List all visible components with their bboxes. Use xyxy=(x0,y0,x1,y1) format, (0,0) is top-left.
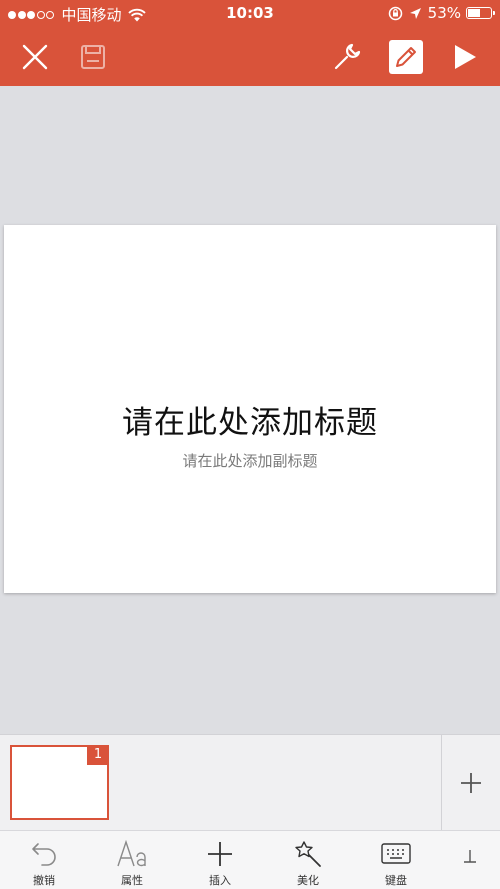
beautify-label: 美化 xyxy=(297,874,319,887)
wrench-icon xyxy=(334,43,361,70)
beautify-button[interactable]: 美化 xyxy=(264,831,352,889)
location-arrow-icon xyxy=(409,7,421,19)
properties-label: 属性 xyxy=(121,874,143,887)
plus-icon xyxy=(208,842,232,866)
slide-canvas[interactable]: 请在此处添加标题 请在此处添加副标题 xyxy=(0,86,500,734)
slide-number-badge: 1 xyxy=(87,745,109,765)
rotation-lock-icon xyxy=(388,6,402,20)
edit-mode-box xyxy=(389,40,423,74)
pencil-icon xyxy=(396,47,416,67)
insert-label: 插入 xyxy=(209,874,231,887)
close-button[interactable] xyxy=(14,28,56,86)
keyboard-button[interactable]: 键盘 xyxy=(352,831,440,889)
slide-thumbnail[interactable]: 1 xyxy=(10,745,109,820)
status-bar: 中国移动 10:03 53% xyxy=(0,0,500,28)
undo-button[interactable]: 撤销 xyxy=(0,831,88,889)
play-button[interactable] xyxy=(444,28,486,86)
plus-icon xyxy=(461,773,481,793)
battery-percent: 53% xyxy=(427,4,461,22)
keyboard-icon xyxy=(381,843,411,864)
app-header: 中国移动 10:03 53% xyxy=(0,0,500,86)
add-slide-button[interactable] xyxy=(441,735,500,831)
play-icon xyxy=(455,45,476,69)
tools-button[interactable] xyxy=(326,28,368,86)
more-icon xyxy=(464,850,476,863)
slide-title-placeholder[interactable]: 请在此处添加标题 xyxy=(4,397,496,442)
bottom-toolbar: 撤销 属性 插入 美化 键盘 xyxy=(0,830,500,889)
more-button[interactable] xyxy=(440,831,500,889)
slide-subtitle-placeholder[interactable]: 请在此处添加副标题 xyxy=(4,450,496,471)
save-button[interactable] xyxy=(72,28,114,86)
slide-thumbnail-strip: 1 xyxy=(0,734,500,831)
battery-icon xyxy=(466,7,495,19)
keyboard-label: 键盘 xyxy=(385,874,407,887)
undo-label: 撤销 xyxy=(33,874,55,887)
top-toolbar xyxy=(0,28,500,86)
properties-button[interactable]: 属性 xyxy=(88,831,176,889)
close-icon xyxy=(22,44,48,70)
battery-fill xyxy=(468,9,480,17)
save-icon xyxy=(81,45,105,69)
slide[interactable]: 请在此处添加标题 请在此处添加副标题 xyxy=(4,225,496,593)
font-properties-icon xyxy=(117,840,146,867)
magic-wand-icon xyxy=(295,841,321,867)
insert-button[interactable]: 插入 xyxy=(176,831,264,889)
edit-mode-button[interactable] xyxy=(388,28,424,86)
undo-icon xyxy=(32,843,56,866)
status-right: 53% xyxy=(388,4,495,22)
